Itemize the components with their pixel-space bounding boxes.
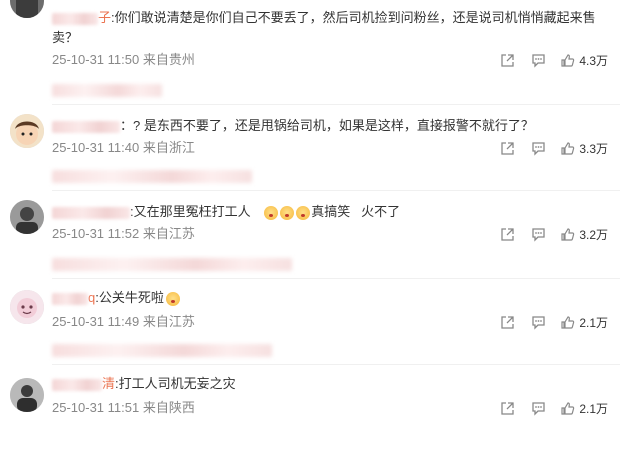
blurred-username[interactable] [52,120,120,133]
comment-actions: 3.2万 [500,226,608,242]
comment-text-after-emoji: 真搞笑 火不了 [311,204,401,219]
share-button[interactable] [500,401,515,416]
share-icon [501,53,514,67]
thumbs-up-icon [561,315,575,329]
comment-text-line: 子:你们敢说清楚是你们自己不要丢了，然后司机捡到问粉丝，还是说司机悄悄藏起来售卖… [52,8,616,48]
comment-icon [532,315,545,330]
comment-text: :打工人司机无妄之灾 [115,376,236,391]
share-icon [501,227,514,241]
comment-icon [532,401,545,416]
like-count: 3.2万 [579,227,608,242]
comment-meta: 25-10-31 11:49 来自江苏 [52,314,195,329]
comment-item: q:公关牛死啦 25-10-31 11:49 来自江苏 2.1万 [0,284,630,368]
shocked-emoji-icon [264,205,279,220]
blurred-username[interactable] [52,378,102,391]
comment-actions: 4.3万 [500,52,608,68]
like-button[interactable]: 2.1万 [560,314,608,331]
blurred-reply-preview [52,170,252,183]
comment-icon [532,53,545,68]
shocked-emoji-icon [296,205,311,220]
like-button[interactable]: 3.2万 [560,226,608,243]
avatar[interactable] [10,0,44,18]
blurred-reply-preview [52,258,292,271]
cat-emoji-icon [165,291,180,306]
comment-meta: 25-10-31 11:50 来自贵州 [52,52,195,67]
divider [52,104,620,105]
blurred-reply-preview [52,84,162,97]
comment-text: :公关牛死啦 [95,290,164,305]
thumbs-up-icon [561,53,575,67]
share-button[interactable] [500,315,515,330]
share-icon [501,141,514,155]
thumbs-up-icon [561,401,575,415]
like-count: 3.3万 [579,141,608,156]
comment-item: 子:你们敢说清楚是你们自己不要丢了，然后司机捡到问粉丝，还是说司机悄悄藏起来售卖… [0,0,630,97]
share-icon [501,401,514,415]
thumbs-up-icon [561,227,575,241]
comment-actions: 2.1万 [500,400,608,416]
reply-button[interactable] [531,401,546,416]
comment-text-line: q:公关牛死啦 [52,288,616,308]
like-count: 2.1万 [579,315,608,330]
blurred-username[interactable] [52,12,98,25]
avatar[interactable] [10,290,44,324]
comment-meta: 25-10-31 11:40 来自浙江 [52,140,195,155]
blurred-reply-preview [52,344,272,357]
reply-button[interactable] [531,141,546,156]
divider [52,278,620,279]
share-button[interactable] [500,53,515,68]
divider [52,190,620,191]
comment-meta: 25-10-31 11:52 来自江苏 [52,226,195,241]
shocked-emoji-icon [280,205,295,220]
comment-item: ：? 是东西不要了，还是甩锅给司机，如果是这样，直接报警不就行了？ 25-10-… [0,110,630,194]
thumbs-up-icon [561,141,575,155]
comment-text-line: ：? 是东西不要了，还是甩锅给司机，如果是这样，直接报警不就行了？ [52,116,616,136]
comment-text: :你们敢说清楚是你们自己不要丢了，然后司机捡到问粉丝，还是说司机悄悄藏起来售卖？ [52,10,596,45]
comment-text: :又在那里冤枉打工人 [130,204,251,219]
comment-item: :又在那里冤枉打工人 真搞笑 火不了 25-10-31 11:52 来自江苏 3… [0,196,630,280]
blurred-username[interactable] [52,206,130,219]
reply-button[interactable] [531,227,546,242]
like-count: 4.3万 [579,53,608,68]
comment-actions: 2.1万 [500,314,608,330]
comment-actions: 3.3万 [500,140,608,156]
comment-item: 清:打工人司机无妄之灾 25-10-31 11:51 来自陕西 2.1万 [0,370,630,454]
comment-text-line: 清:打工人司机无妄之灾 [52,374,616,394]
avatar[interactable] [10,114,44,148]
reply-button[interactable] [531,53,546,68]
like-count: 2.1万 [579,401,608,416]
like-button[interactable]: 2.1万 [560,400,608,417]
comment-text-line: :又在那里冤枉打工人 真搞笑 火不了 [52,202,616,222]
username-tail[interactable]: 子 [98,10,111,25]
like-button[interactable]: 3.3万 [560,140,608,157]
divider [52,364,620,365]
share-button[interactable] [500,141,515,156]
blurred-username[interactable] [52,292,88,305]
comment-text: ：? 是东西不要了，还是甩锅给司机，如果是这样，直接报警不就行了？ [120,118,534,133]
share-button[interactable] [500,227,515,242]
avatar[interactable] [10,378,44,412]
reply-button[interactable] [531,315,546,330]
username-tail[interactable]: 清 [102,376,115,391]
comment-meta: 25-10-31 11:51 来自陕西 [52,400,195,415]
avatar[interactable] [10,200,44,234]
comment-icon [532,227,545,242]
like-button[interactable]: 4.3万 [560,52,608,69]
comment-icon [532,141,545,156]
share-icon [501,315,514,329]
